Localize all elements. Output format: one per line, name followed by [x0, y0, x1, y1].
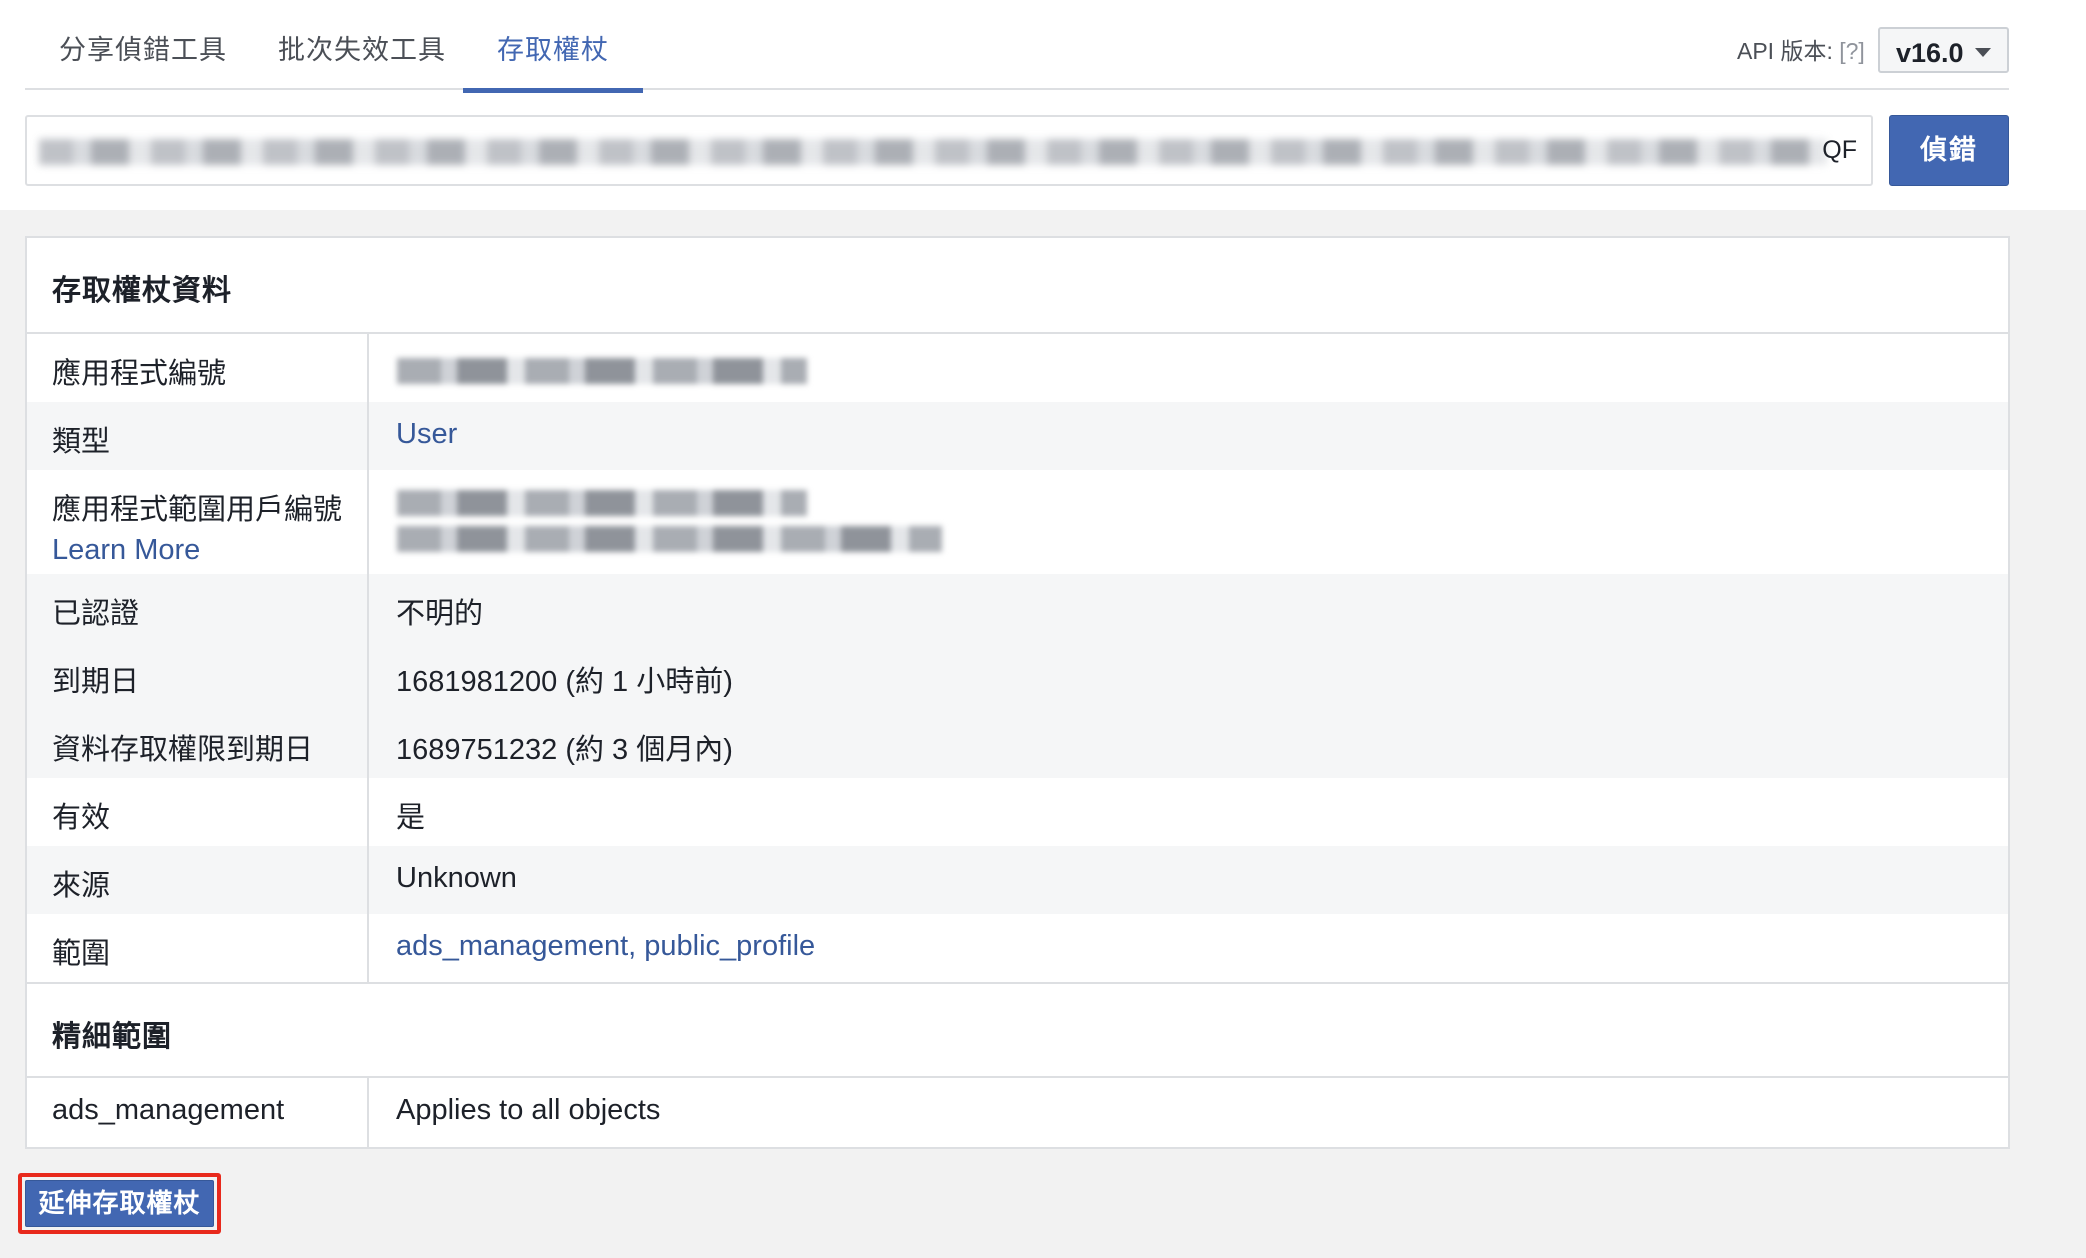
token-info-heading: 存取權杖資料: [27, 238, 2008, 334]
extend-button-highlight: 延伸存取權杖: [18, 1173, 221, 1234]
api-version-label: API 版本: [?]: [1737, 32, 1865, 66]
row-key: 來源: [27, 846, 369, 914]
row-key-label: 應用程式範圍用戶編號: [52, 494, 343, 526]
api-help-link[interactable]: [?]: [1839, 38, 1865, 64]
chevron-down-icon: [1975, 48, 1991, 57]
row-verified: 已認證 不明的: [27, 574, 2008, 642]
row-key: 應用程式範圍用戶編號 Learn More: [27, 470, 369, 574]
type-value-link[interactable]: User: [396, 418, 457, 451]
top-bar: 分享偵錯工具 批次失效工具 存取權杖 API 版本: [?] v16.0 QF …: [0, 0, 2086, 210]
redacted-user-id: [397, 490, 807, 516]
tab-access-token[interactable]: 存取權杖: [463, 28, 643, 93]
token-info-panel: 存取權杖資料 應用程式編號 類型 User 應用程式範圍用戶編號 Learn M…: [25, 236, 2010, 1149]
row-value: Applies to all objects: [396, 1094, 661, 1126]
row-app-id: 應用程式編號: [27, 334, 2008, 402]
row-value: 1681981200 (約 1 小時前): [396, 666, 733, 698]
tab-bar: 分享偵錯工具 批次失效工具 存取權杖: [25, 0, 2009, 93]
row-key: 範圍: [27, 914, 369, 982]
redacted-app-id: [397, 358, 807, 384]
token-visible-tail: QF: [1822, 136, 1857, 164]
row-value: Unknown: [396, 862, 517, 894]
row-valid: 有效 是: [27, 778, 2008, 846]
redacted-user-id-2: [397, 526, 942, 552]
row-key: 到期日: [27, 642, 369, 710]
row-key: 類型: [27, 402, 369, 470]
row-expires: 到期日 1681981200 (約 1 小時前): [27, 642, 2008, 710]
api-version-label-text: API 版本:: [1737, 38, 1833, 64]
granular-scopes-heading: 精細範圍: [27, 982, 2008, 1078]
row-key: 已認證: [27, 574, 369, 642]
redacted-token-text: [39, 139, 1827, 165]
row-value: 1689751232 (約 3 個月內): [396, 734, 733, 766]
row-key: 資料存取權限到期日: [27, 710, 369, 778]
row-scopes: 範圍 ads_management, public_profile: [27, 914, 2008, 982]
scopes-value-link[interactable]: ads_management, public_profile: [396, 930, 815, 963]
learn-more-link[interactable]: Learn More: [52, 534, 367, 567]
row-type: 類型 User: [27, 402, 2008, 470]
row-value: 不明的: [396, 598, 484, 630]
debug-button[interactable]: 偵錯: [1889, 115, 2009, 186]
extend-access-token-button[interactable]: 延伸存取權杖: [25, 1180, 214, 1227]
row-key: 有效: [27, 778, 369, 846]
api-version-value: v16.0: [1896, 38, 1964, 68]
row-app-scoped-user-id: 應用程式範圍用戶編號 Learn More: [27, 470, 2008, 574]
api-version-select[interactable]: v16.0: [1878, 27, 2009, 73]
row-key: ads_management: [27, 1078, 369, 1148]
row-value: 是: [396, 802, 426, 834]
row-origin: 來源 Unknown: [27, 846, 2008, 914]
tab-batch-invalidator[interactable]: 批次失效工具: [278, 28, 446, 90]
access-token-input[interactable]: QF: [25, 115, 1873, 186]
row-key: 應用程式編號: [27, 334, 369, 402]
row-data-access-expires: 資料存取權限到期日 1689751232 (約 3 個月內): [27, 710, 2008, 778]
tab-sharing-debugger[interactable]: 分享偵錯工具: [59, 28, 227, 90]
row-granular-ads-management: ads_management Applies to all objects: [27, 1078, 2008, 1148]
